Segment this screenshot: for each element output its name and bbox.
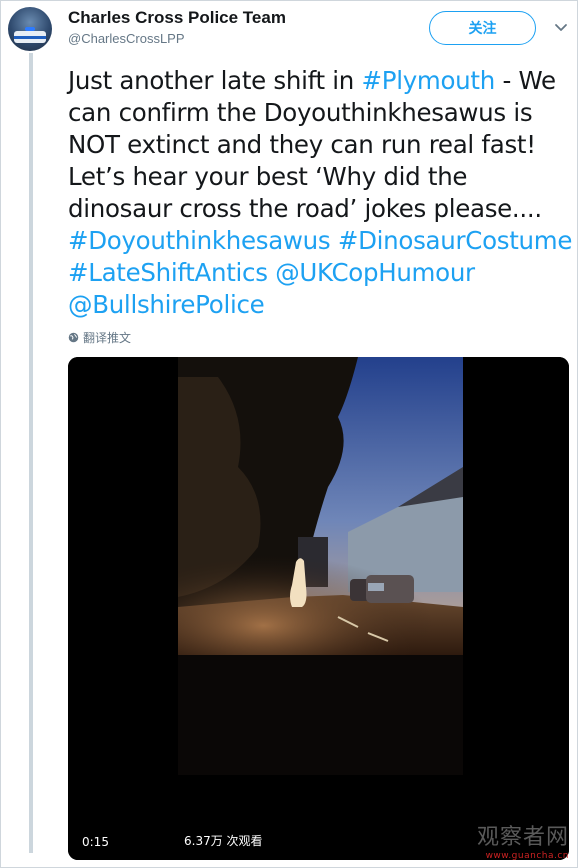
hashtag-link[interactable]: #Plymouth: [362, 66, 496, 95]
tweet-card: Charles Cross Police Team @CharlesCrossL…: [0, 0, 578, 868]
hashtag-link[interactable]: #DinosaurCostume: [338, 226, 573, 255]
follow-button[interactable]: 关注: [429, 11, 536, 45]
tweet-text-segment: Just another late shift in: [68, 66, 362, 95]
translate-label: 翻译推文: [83, 331, 132, 345]
watermark: 观察者网 www.guancha.cn: [477, 819, 569, 861]
chevron-down-icon[interactable]: [553, 19, 569, 35]
video-view-count: 6.37万 次观看: [178, 829, 269, 852]
tweet-line: NOT extinct and they can run real fast!: [68, 130, 536, 159]
video-player[interactable]: 0:15 6.37万 次观看: [68, 357, 569, 860]
watermark-title: 观察者网: [476, 825, 569, 850]
author-handle[interactable]: @CharlesCrossLPP: [68, 31, 185, 46]
video-frame: [68, 357, 569, 860]
mention-link[interactable]: @UKCopHumour: [275, 258, 475, 287]
tweet-line: @BullshirePolice: [68, 289, 572, 321]
tweet-line: Let’s hear your best ‘Why did the: [68, 162, 468, 191]
mention-link[interactable]: @BullshirePolice: [68, 290, 265, 319]
author-display-name[interactable]: Charles Cross Police Team: [68, 8, 286, 28]
tweet-line: #Doyouthinkhesawus #DinosaurCostume: [68, 225, 572, 257]
hashtag-link[interactable]: #LateShiftAntics: [68, 258, 268, 287]
thread-line: [29, 53, 33, 853]
hashtag-link[interactable]: #Doyouthinkhesawus: [68, 226, 331, 255]
tweet-text-segment: - We: [494, 66, 556, 95]
tweet-line: #LateShiftAntics @UKCopHumour: [68, 257, 572, 289]
tweet-line: dinosaur cross the road’ jokes please...…: [68, 194, 542, 223]
avatar[interactable]: [8, 7, 52, 51]
video-elapsed-time: 0:15: [76, 832, 115, 852]
tweet-line: can confirm the Doyouthinkhesawus is: [68, 98, 533, 127]
police-car-stripe: [14, 36, 46, 39]
watermark-url: www.guancha.cn: [485, 851, 569, 861]
globe-icon: [68, 332, 79, 343]
tweet-text: Just another late shift in #Plymouth - W…: [68, 65, 572, 321]
translate-tweet-link[interactable]: 翻译推文: [68, 329, 131, 346]
tweet-line: Just another late shift in #Plymouth - W…: [68, 65, 572, 97]
